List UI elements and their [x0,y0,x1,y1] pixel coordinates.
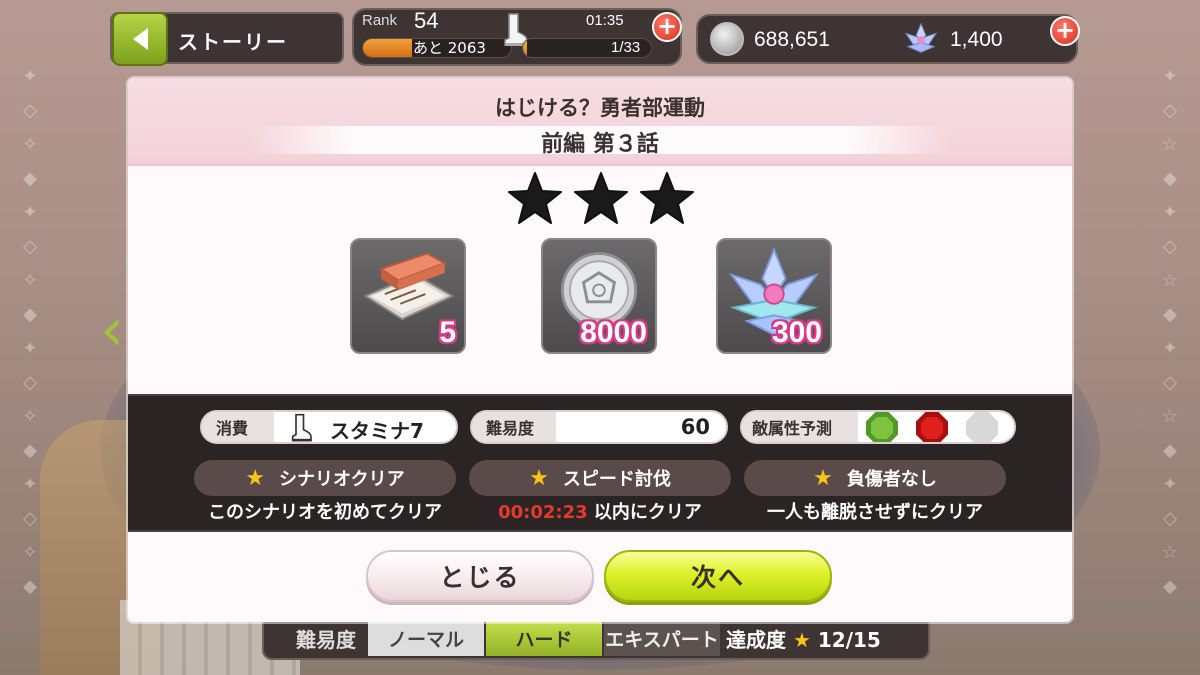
close-button[interactable]: とじる [366,550,594,602]
condition-scenario-clear: ★ シナリオクリア [194,460,456,496]
screen-title: ストーリー [178,30,288,54]
condition-description: 一人も離脱させずにクリア [767,502,983,523]
stamina-progress-fill [523,39,527,57]
rank-label: Rank [362,12,398,29]
stamina-timer: 01:35 [586,12,624,29]
reward-lotus[interactable]: 300 [716,238,832,354]
red-attribute-icon [914,412,950,442]
next-button[interactable]: 次へ [604,550,832,602]
condition-name: 負傷者なし [846,469,937,490]
tab-hard[interactable]: ハード [486,620,602,656]
cost-value: スタミナ7 [330,419,424,443]
stamina-cost-pill: 消費 スタミナ7 [200,410,458,444]
rank-stamina-panel: Rank 54 あと 2063 01:35 1/33 + [352,8,682,66]
star-icon: ★ [529,465,549,491]
currency-panel: 688,651 1,400 + [696,14,1080,64]
cost-label: 消費 [202,412,274,442]
condition-description: このシナリオを初めてクリア [208,502,442,523]
green-attribute-icon [864,412,900,442]
star-icon [640,172,694,224]
exp-progress-fill [363,39,412,57]
tab-normal[interactable]: ノーマル [368,620,484,656]
reward-quantity: 8000 [580,316,647,349]
difficulty-label: 難易度 [472,412,556,442]
speed-time-limit: 00:02:23 [498,502,588,523]
quest-chapter: 前編 第３話 [541,132,659,157]
reward-coins[interactable]: 8000 [541,238,657,354]
exp-to-next-text: あと 2063 [413,39,486,57]
quest-title: はじける？勇者部運動 [495,96,705,120]
achievement-value: 12/15 [817,628,881,652]
empty-attribute-icon [964,412,1000,442]
lotus-icon [904,22,938,53]
star-icon: ★ [813,465,833,491]
difficulty-pill: 難易度 60 [470,410,728,444]
achievement-label: 達成度 [726,628,786,652]
condition-speed-defeat: ★ スピード討伐 [469,460,731,496]
add-gem-button[interactable]: + [1050,16,1080,46]
clear-stars [506,170,696,230]
condition-name: スピード討伐 [562,469,671,490]
enemy-attribute-pill: 敵属性予測 [740,410,1016,444]
gem-amount: 1,400 [950,28,1003,51]
add-stamina-button[interactable]: + [652,12,682,42]
reward-quantity: 300 [771,316,822,349]
back-button[interactable] [112,12,168,66]
quest-result-dialog: はじける？勇者部運動 前編 第３話 5 8000 300 消費 スタミナ7 難易… [128,78,1072,622]
coin-amount: 688,651 [754,28,830,51]
sparkle-decoration-right: ✦ ◇ ☆ ◆ ✦ ◇ ☆ ◆ ✦ ◇ ☆ ◆ ✦ ◇ ☆ ◆ [1161,66,1179,597]
prev-page-arrow-icon[interactable]: ‹ [100,290,130,370]
star-icon [574,172,628,224]
achievement-rate: 達成度 ★ 12/15 [726,624,881,653]
reward-quantity: 5 [439,316,456,349]
condition-no-casualties: ★ 負傷者なし [744,460,1006,496]
enemy-attr-label: 敵属性予測 [742,412,858,442]
difficulty-bar-label: 難易度 [296,628,356,652]
rank-value: 54 [414,8,439,33]
silver-coin-icon [710,22,744,56]
reward-ticket[interactable]: 5 [350,238,466,354]
sparkle-decoration-left: ✦ ◇ ✧ ◆ ✦ ◇ ✧ ◆ ✦ ◇ ✧ ◆ ✦ ◇ ✧ ◆ [22,66,38,597]
dialog-header: はじける？勇者部運動 前編 第３話 [128,78,1072,166]
stamina-count: 1/33 [611,39,641,56]
back-bar: ストーリー [110,12,344,66]
exp-progress-bar: あと 2063 [362,38,512,58]
star-icon: ★ [245,465,266,491]
stamina-boot-icon [291,413,312,442]
condition-description-text: 以内にクリア [587,502,702,523]
star-icon: ★ [792,628,811,652]
back-arrow-icon [132,28,148,50]
condition-name: シナリオクリア [279,469,405,490]
tab-expert[interactable]: エキスパート [604,620,720,656]
difficulty-value: 60 [680,415,710,439]
star-icon [508,172,562,224]
stamina-progress-bar: 1/33 [522,38,652,58]
condition-description: 00:02:23 以内にクリア [450,498,750,524]
